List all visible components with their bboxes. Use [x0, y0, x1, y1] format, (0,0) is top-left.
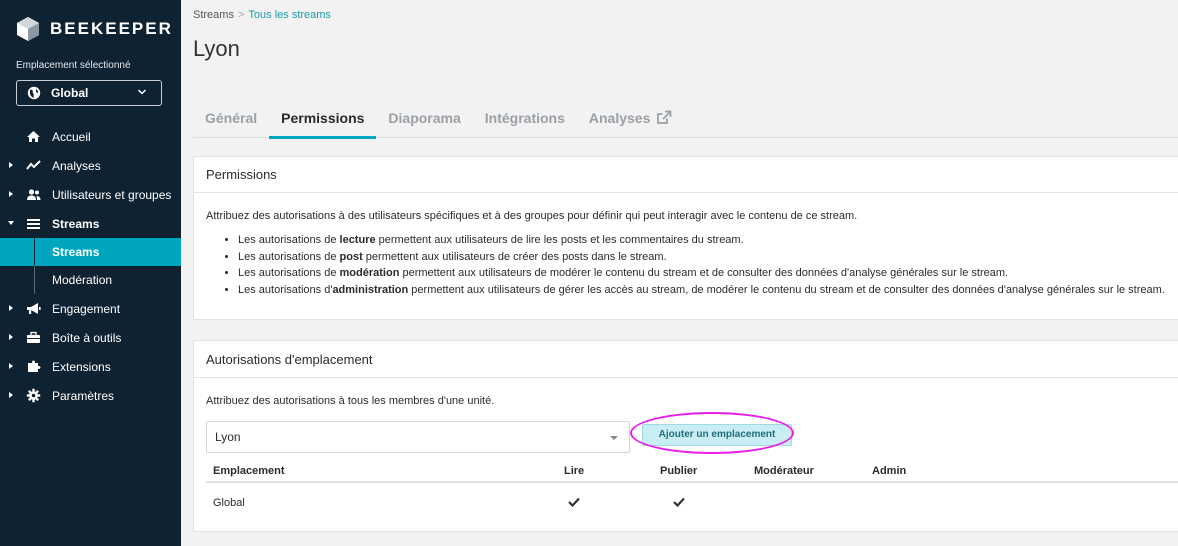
- chevron-right-icon: [9, 191, 13, 197]
- list-item: Les autorisations de post permettent aux…: [238, 249, 1166, 266]
- submenu-bar: [34, 266, 35, 294]
- main-content: Streams > Tous les streams Lyon Général Pe…: [181, 0, 1178, 546]
- submenu-bar: [34, 238, 35, 266]
- add-location-button[interactable]: Ajouter un emplacement: [642, 424, 792, 446]
- sidebar-item-label: Streams: [52, 216, 100, 231]
- breadcrumb-current[interactable]: Tous les streams: [248, 9, 331, 21]
- sidebar-item-label: Analyses: [52, 158, 101, 173]
- table-row: Global: [206, 483, 1178, 521]
- chevron-right-icon: [9, 334, 13, 340]
- list-item: Les autorisations de modération permette…: [238, 265, 1166, 282]
- location-dropdown[interactable]: Lyon: [206, 421, 630, 453]
- location-card-intro: Attribuez des autorisations à tous les m…: [206, 395, 495, 407]
- location-permissions-card: Autorisations d'emplacement Attribuez de…: [193, 340, 1178, 532]
- globe-icon: [27, 86, 41, 100]
- chevron-right-icon: [9, 363, 13, 369]
- permissions-card: Permissions Attribuez des autorisations …: [193, 156, 1178, 320]
- breadcrumb-separator: >: [237, 9, 245, 21]
- chevron-right-icon: [9, 162, 13, 168]
- sidebar-subitem-streams[interactable]: Streams: [0, 238, 181, 266]
- sidebar-item-users[interactable]: Utilisateurs et groupes: [0, 180, 181, 209]
- sidebar-item-label: Boîte à outils: [52, 330, 122, 345]
- sidebar-item-settings[interactable]: Paramètres: [0, 381, 181, 410]
- megaphone-icon: [27, 303, 41, 314]
- column-header-moderator: Modérateur: [754, 465, 814, 477]
- puzzle-icon: [28, 360, 41, 372]
- location-dropdown-value: Lyon: [215, 430, 241, 444]
- sidebar-item-label: Utilisateurs et groupes: [52, 187, 172, 202]
- gear-icon: [26, 388, 41, 403]
- permissions-card-title: Permissions: [194, 157, 1178, 193]
- tab-analyses[interactable]: Analyses: [577, 104, 684, 138]
- chart-icon: [26, 160, 41, 170]
- beekeeper-logo-icon: [17, 17, 39, 41]
- list-item: Les autorisations d'administration perme…: [238, 282, 1166, 299]
- column-header-publish: Publier: [660, 465, 698, 477]
- sidebar-item-analyses[interactable]: Analyses: [0, 151, 181, 180]
- chevron-down-icon: [8, 221, 14, 225]
- external-link-icon: [657, 110, 672, 124]
- sidebar-item-engagement[interactable]: Engagement: [0, 294, 181, 323]
- home-icon: [27, 131, 40, 142]
- breadcrumb-root[interactable]: Streams: [193, 9, 234, 21]
- sidebar-item-label: Extensions: [52, 359, 111, 374]
- read-check[interactable]: [568, 497, 580, 510]
- publish-check[interactable]: [673, 497, 685, 510]
- permissions-list: Les autorisations de lecture permettent …: [206, 232, 1166, 298]
- location-label: Emplacement sélectionné: [16, 60, 131, 71]
- tab-bar: Général Permissions Diaporama Intégratio…: [193, 104, 1178, 139]
- list-icon: [27, 219, 40, 229]
- chevron-down-icon: [137, 89, 147, 95]
- brand-name: BEEKEEPER: [50, 19, 173, 38]
- sidebar-item-accueil[interactable]: Accueil: [0, 122, 181, 151]
- column-header-read: Lire: [564, 465, 585, 477]
- location-card-title: Autorisations d'emplacement: [194, 341, 1178, 378]
- tab-integrations[interactable]: Intégrations: [473, 104, 577, 138]
- sidebar-item-label: Paramètres: [52, 388, 115, 403]
- sidebar-subitem-moderation[interactable]: Modération: [0, 266, 181, 294]
- sidebar-item-label: Streams: [52, 245, 100, 259]
- column-header-admin: Admin: [872, 465, 907, 477]
- checkmark-icon: [673, 497, 685, 508]
- sidebar-item-streams[interactable]: Streams: [0, 209, 181, 238]
- location-select-value: Global: [51, 86, 89, 100]
- row-location: Global: [213, 497, 245, 509]
- checkmark-icon: [568, 497, 580, 508]
- location-select[interactable]: Global: [16, 80, 162, 106]
- users-icon: [27, 189, 41, 200]
- sidebar-nav: Accueil Analyses Utilisateurs et groupes…: [0, 122, 181, 410]
- sidebar-item-extensions[interactable]: Extensions: [0, 352, 181, 381]
- logo[interactable]: BEEKEEPER: [16, 16, 173, 42]
- tab-general[interactable]: Général: [193, 104, 269, 138]
- breadcrumb: Streams > Tous les streams: [193, 9, 331, 21]
- sidebar: BEEKEEPER Emplacement sélectionné Global…: [0, 0, 181, 546]
- toolbox-icon: [27, 331, 40, 343]
- sidebar-item-label: Modération: [52, 273, 113, 287]
- permissions-intro: Attribuez des autorisations à des utilis…: [206, 210, 858, 222]
- sidebar-item-label: Engagement: [52, 301, 121, 316]
- tab-analyses-label: Analyses: [588, 110, 651, 126]
- table-header: Emplacement Lire Publier Modérateur Admi…: [206, 461, 1178, 483]
- tab-diaporama[interactable]: Diaporama: [376, 104, 472, 138]
- location-permissions-table: Emplacement Lire Publier Modérateur Admi…: [206, 461, 1178, 521]
- list-item: Les autorisations de lecture permettent …: [238, 232, 1166, 249]
- page-title: Lyon: [193, 36, 240, 61]
- sidebar-item-label: Accueil: [52, 129, 91, 144]
- tab-permissions[interactable]: Permissions: [269, 104, 377, 139]
- dropdown-arrow-icon: [610, 436, 618, 440]
- column-header-location: Emplacement: [213, 465, 285, 477]
- chevron-right-icon: [9, 305, 13, 311]
- chevron-right-icon: [9, 392, 13, 398]
- sidebar-item-toolbox[interactable]: Boîte à outils: [0, 323, 181, 352]
